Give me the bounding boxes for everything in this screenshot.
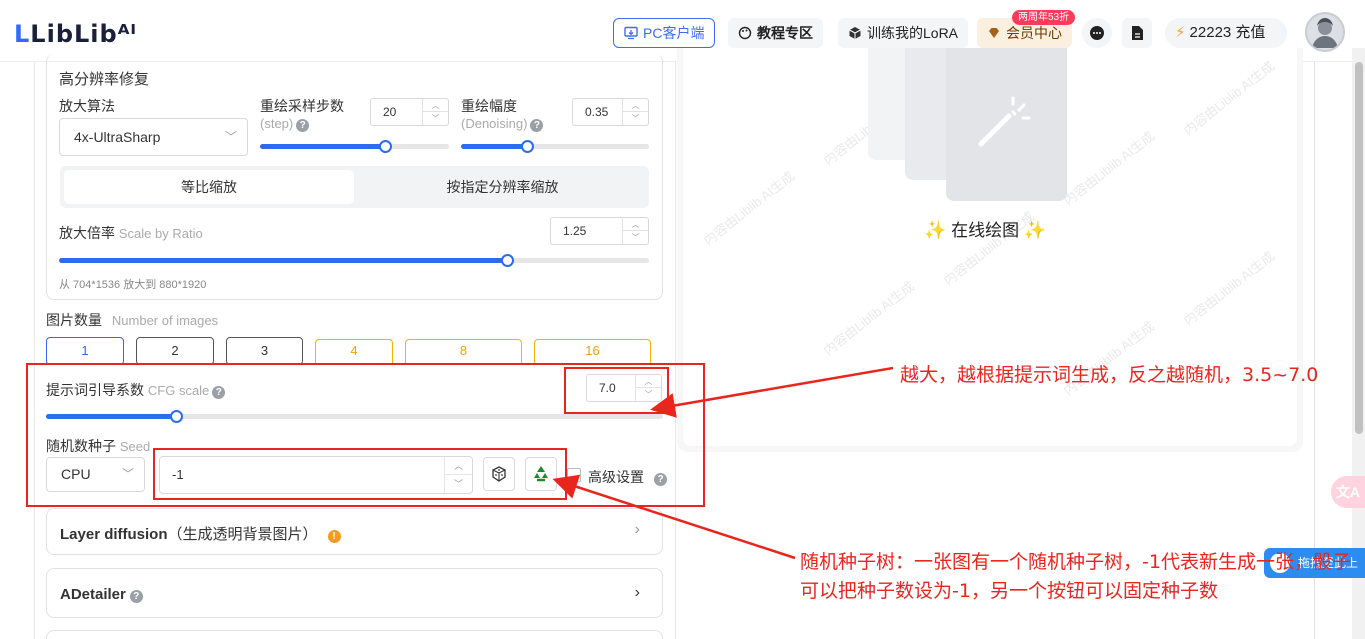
- chevron-right-icon: ›: [634, 584, 640, 601]
- scale-ratio-slider[interactable]: [59, 254, 649, 267]
- steps-input[interactable]: 20 ︿ ﹀: [370, 98, 449, 126]
- scale-ratio-stepper[interactable]: ︿ ﹀: [622, 218, 648, 244]
- decrement-icon: ﹀: [631, 233, 640, 242]
- page-scrollbar-thumb[interactable]: [1355, 62, 1363, 434]
- adetailer-section[interactable]: ADetailer? ›: [46, 568, 663, 618]
- image-count-8[interactable]: 8: [405, 339, 522, 363]
- file-icon: [1132, 26, 1143, 40]
- steps-slider-handle[interactable]: [378, 140, 392, 153]
- diamond-icon: [989, 28, 999, 38]
- cube-icon: [849, 27, 861, 39]
- steps-stepper[interactable]: ︿ ﹀: [422, 99, 448, 125]
- scale-ratio-slider-fill: [59, 258, 508, 263]
- increment-icon: ︿: [423, 99, 448, 112]
- next-section[interactable]: [46, 630, 663, 639]
- watermark-text: 内容由Liblib AI生成: [1180, 248, 1278, 329]
- scale-ratio-input[interactable]: 1.25 ︿ ﹀: [550, 217, 649, 245]
- credits-recharge-button[interactable]: ⚡ 22223 充值: [1165, 18, 1287, 48]
- upscaler-select[interactable]: 4x-UltraSharp ﹀: [59, 118, 248, 156]
- messages-button[interactable]: [1082, 18, 1112, 48]
- watermark-text: 内容由Liblib AI生成: [1180, 58, 1278, 139]
- liblib-logo[interactable]: LLibLibᴬᴵ: [14, 20, 137, 48]
- image-count-label: 图片数量 Number of images: [46, 312, 219, 328]
- upscaler-label: 放大算法: [59, 98, 115, 114]
- warning-icon: !: [327, 530, 341, 543]
- help-icon[interactable]: ?: [530, 119, 544, 132]
- layer-diffusion-section[interactable]: Layer diffusion（生成透明背景图片）! ›: [46, 508, 663, 555]
- pc-client-label: PC客户端: [643, 25, 705, 41]
- logo-text: LibLibᴬᴵ: [30, 20, 138, 48]
- magic-wand-icon: [978, 96, 1031, 147]
- steps-sublabel: (step)?: [260, 116, 310, 132]
- denoise-slider-fill: [461, 144, 527, 149]
- seed-annotation: 随机种子树：一张图有一个随机种子树，-1代表新生成一张，骰子可以把种子数设为-1…: [800, 551, 1351, 602]
- avatar-image: [1312, 18, 1338, 48]
- chat-bubble-icon: [1090, 26, 1104, 40]
- sparkle-icon: ✨: [1023, 220, 1047, 240]
- resize-note: 从 704*1536 放大到 880*1920: [59, 279, 207, 291]
- upscaler-value: 4x-UltraSharp: [74, 129, 161, 145]
- pc-client-button[interactable]: PC客户端: [613, 18, 716, 48]
- image-count-2[interactable]: 2: [136, 337, 214, 365]
- chevron-right-icon: ›: [634, 521, 640, 538]
- image-count-1[interactable]: 1: [46, 337, 124, 365]
- lightning-icon: ⚡: [1175, 24, 1186, 41]
- decrement-icon: ﹀: [431, 114, 440, 123]
- watermark-text: 内容由Liblib AI生成: [1060, 128, 1158, 209]
- image-count-3[interactable]: 3: [226, 337, 303, 365]
- annotation-box-seed: [153, 448, 567, 500]
- tutorial-button[interactable]: 教程专区: [728, 18, 823, 48]
- steps-slider-fill: [260, 144, 385, 149]
- help-icon[interactable]: ?: [296, 119, 310, 132]
- files-button[interactable]: [1122, 18, 1152, 48]
- increment-icon: ︿: [623, 99, 648, 112]
- layer-diffusion-title: Layer diffusion（生成透明背景图片）!: [60, 523, 341, 544]
- image-count-4[interactable]: 4: [315, 339, 393, 363]
- steps-slider[interactable]: [260, 140, 449, 153]
- cfg-annotation: 越大，越根据提示词生成，反之越随机，3.5~7.0: [900, 364, 1319, 386]
- watermark-text: 内容由Liblib AI生成: [820, 278, 918, 359]
- train-lora-label: 训练我的LoRA: [867, 25, 959, 41]
- online-draw-title: ✨ 在线绘图 ✨: [924, 220, 1047, 240]
- help-icon: ?: [129, 590, 143, 603]
- scale-mode-ratio[interactable]: 等比缩放: [64, 170, 354, 204]
- steps-value: 20: [383, 105, 397, 119]
- chevron-down-icon: ﹀: [224, 130, 237, 144]
- member-center-label: 会员中心: [1006, 25, 1062, 41]
- monitor-icon: [624, 26, 638, 40]
- annotation-box-cfg-value: [564, 367, 669, 414]
- tutorial-label: 教程专区: [757, 25, 813, 41]
- denoise-sublabel: (Denoising)?: [461, 116, 544, 132]
- watermark-text: 内容由Liblib AI生成: [700, 168, 798, 249]
- denoise-slider[interactable]: [461, 140, 649, 153]
- scale-mode-toggle: 等比缩放 按指定分辨率缩放: [60, 166, 649, 208]
- decrement-icon: ﹀: [631, 114, 640, 123]
- denoise-value: 0.35: [585, 105, 609, 119]
- steps-label: 重绘采样步数: [260, 98, 344, 114]
- increment-icon: ︿: [623, 218, 648, 231]
- member-discount-badge: 两周年53折: [1012, 10, 1076, 25]
- denoise-label: 重绘幅度: [461, 98, 517, 114]
- scale-ratio-value: 1.25: [563, 224, 587, 238]
- train-lora-button[interactable]: 训练我的LoRA: [838, 18, 969, 48]
- sparkle-icon: ✨: [924, 220, 947, 240]
- credits-label: 22223 充值: [1189, 24, 1266, 41]
- denoise-stepper[interactable]: ︿ ﹀: [622, 99, 648, 125]
- scale-mode-resolution[interactable]: 按指定分辨率缩放: [360, 170, 645, 204]
- denoise-slider-handle[interactable]: [520, 140, 534, 153]
- user-avatar[interactable]: [1305, 12, 1345, 52]
- adetailer-title: ADetailer?: [60, 586, 143, 603]
- translate-widget-icon[interactable]: 文A: [1331, 476, 1365, 508]
- scale-ratio-label: 放大倍率 Scale by Ratio: [59, 225, 203, 241]
- hires-fix-title: 高分辨率修复: [59, 71, 150, 88]
- palette-icon: [738, 26, 752, 40]
- denoise-input[interactable]: 0.35 ︿ ﹀: [572, 98, 649, 126]
- image-count-16[interactable]: 16: [534, 339, 651, 363]
